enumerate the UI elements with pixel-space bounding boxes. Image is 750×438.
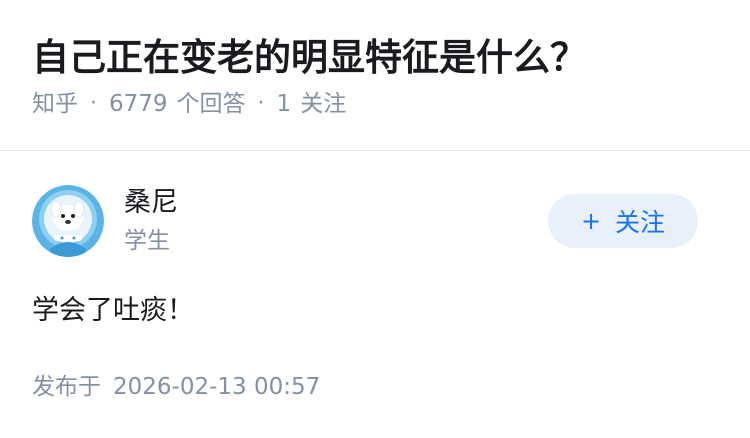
- answer-item: 桑尼 学生 + 关注 学会了吐痰！: [32, 183, 718, 331]
- divider: [0, 150, 750, 151]
- question-header: 自己正在变老的明显特征是什么？ 知乎 · 6779 个回答 · 1 关注: [0, 0, 750, 119]
- publish-time: 发布于 2026-02-13 00:57: [32, 370, 320, 404]
- author-row: 桑尼 学生 + 关注: [32, 183, 718, 259]
- author-bio: 学生: [124, 228, 170, 254]
- follow-count-label: 关注: [300, 91, 347, 117]
- source-label[interactable]: 知乎: [32, 88, 78, 120]
- dog-astronaut-avatar-icon: [32, 185, 104, 257]
- follow-button-label: 关注: [615, 208, 666, 237]
- answer-count: 6779: [109, 91, 168, 117]
- answer-count-label[interactable]: 个回答: [177, 88, 246, 120]
- answer-content[interactable]: 学会了吐痰！: [32, 291, 718, 331]
- question-title[interactable]: 自己正在变老的明显特征是什么？: [32, 32, 718, 84]
- answer-page: 自己正在变老的明显特征是什么？ 知乎 · 6779 个回答 · 1 关注 桑尼 …: [0, 0, 750, 438]
- publish-date: 2026-02-13 00:57: [113, 374, 321, 400]
- plus-icon: +: [580, 207, 602, 235]
- separator-dot: ·: [90, 91, 97, 116]
- author-name[interactable]: 桑尼: [124, 183, 178, 223]
- follow-count: 1: [276, 91, 292, 117]
- question-meta: 知乎 · 6779 个回答 · 1 关注: [32, 88, 718, 120]
- follow-button[interactable]: + 关注: [548, 194, 698, 248]
- publish-label: 发布于: [32, 374, 101, 400]
- separator-dot: ·: [257, 91, 265, 116]
- avatar[interactable]: [32, 185, 104, 257]
